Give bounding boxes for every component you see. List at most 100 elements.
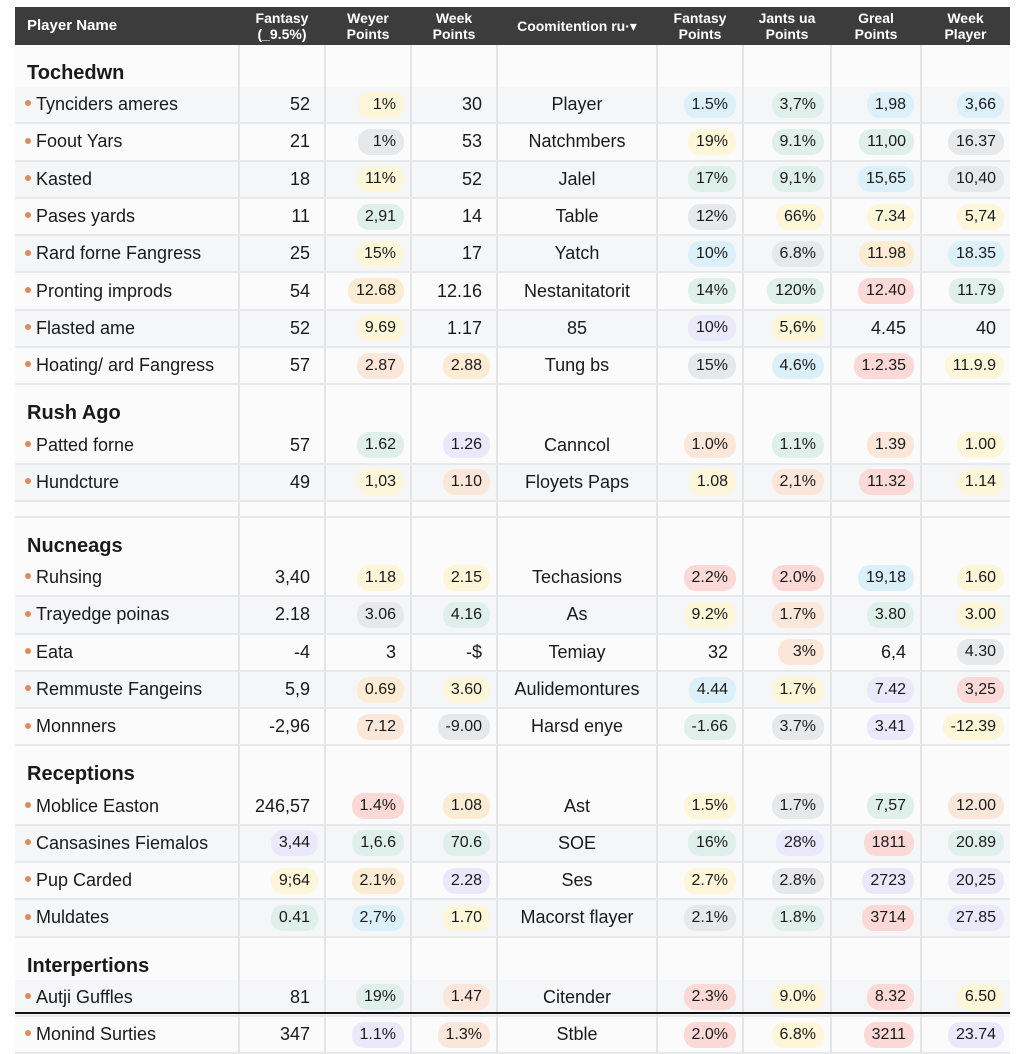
bullet-icon bbox=[25, 573, 31, 580]
player-name[interactable]: Flasted ame bbox=[36, 318, 135, 338]
player-name[interactable]: Monind Surties bbox=[36, 1024, 156, 1044]
player-name[interactable]: Foout Yars bbox=[36, 131, 122, 151]
cell-fantasy-points: 4.44 bbox=[657, 670, 744, 710]
table-row[interactable]: Monnners -2,96 7.12 -9.00 Harsd enye -1.66 3.7… bbox=[15, 708, 1010, 747]
column-header-week-player[interactable]: Week Player bbox=[921, 7, 1010, 45]
player-name[interactable]: Hoating/ ard Fangress bbox=[36, 355, 214, 375]
value-text: -4 bbox=[293, 641, 310, 662]
player-name-cell: Monind Surties bbox=[15, 1015, 240, 1054]
cell-week-points: 1.26 bbox=[411, 427, 498, 465]
cell-fantasy-points: 14% bbox=[657, 272, 744, 311]
player-name[interactable]: Autji Guffles bbox=[36, 987, 133, 1007]
player-name[interactable]: Ruhsing bbox=[36, 567, 102, 587]
cell-week-player: 1.00 bbox=[921, 427, 1010, 465]
empty-cell bbox=[325, 45, 412, 87]
table-row[interactable]: Ruhsing 3,40 1.18 2.15 Techasions 2.2% 2.0% 19,… bbox=[15, 559, 1010, 598]
table-row[interactable]: Pases yards 11 2,91 14 Table 12% 66% 7.34 5,74 bbox=[15, 197, 1010, 237]
cell-week-player: 12.00 bbox=[921, 788, 1010, 826]
player-name[interactable]: Remmuste Fangeins bbox=[36, 679, 202, 699]
cell-week-points: 30 bbox=[411, 87, 498, 125]
cell-week-player: 6.50 bbox=[921, 979, 1010, 1017]
value-pill: 19% bbox=[355, 984, 404, 1011]
column-header-jants-points[interactable]: Jants ua Points bbox=[743, 7, 831, 45]
cell-weyer-points: 3 bbox=[325, 633, 412, 672]
player-name[interactable]: Muldates bbox=[36, 907, 109, 927]
column-header-player-name[interactable]: Player Name bbox=[15, 7, 239, 45]
table-row[interactable]: Flasted ame 52 9.69 1.17 85 10% 5,6% 4.45 40 bbox=[15, 309, 1010, 349]
player-name[interactable]: Pases yards bbox=[36, 206, 135, 226]
section-title-cell: Rush Ago bbox=[15, 384, 240, 428]
cell-week-points: 17 bbox=[411, 235, 498, 274]
table-row[interactable]: Monind Surties 347 1.1% 1.3% Stble 2.0% 6.8% 32… bbox=[15, 1015, 1010, 1054]
player-name[interactable]: Tynciders ameres bbox=[36, 94, 178, 114]
value-pill: 12.40 bbox=[857, 278, 914, 305]
cell-jants-points: 5,6% bbox=[743, 309, 832, 349]
player-name[interactable]: Trayedge poinas bbox=[36, 604, 169, 624]
bullet-icon bbox=[25, 610, 31, 617]
cell-competition: Jalel bbox=[497, 160, 658, 199]
table-row[interactable]: Pronting improds 54 12.68 12.16 Nestanitator… bbox=[15, 272, 1010, 311]
competition-value: Citender bbox=[542, 986, 612, 1007]
column-header-weyer-points[interactable]: Weyer Points bbox=[325, 7, 411, 45]
player-name[interactable]: Cansasines Fiemalos bbox=[36, 833, 208, 853]
player-name[interactable]: Moblice Easton bbox=[36, 796, 159, 816]
table-row[interactable]: Patted forne 57 1.62 1.26 Canncol 1.0% 1.1% 1.3… bbox=[15, 427, 1010, 465]
table-row[interactable]: Remmuste Fangeins 5,9 0.69 3.60 Aulidemontur… bbox=[15, 670, 1010, 710]
player-name[interactable]: Hundcture bbox=[36, 472, 119, 492]
value-pill: 2.7% bbox=[683, 867, 736, 894]
table-row[interactable]: Kasted 18 11% 52 Jalel 17% 9,1% 15,65 10,40 bbox=[15, 160, 1010, 199]
table-row[interactable]: Moblice Easton 246,57 1.4% 1.08 Ast 1.5% 1.7% 7… bbox=[15, 788, 1010, 826]
table-row[interactable]: Autji Guffles 81 19% 1.47 Citender 2.3% 9.0% 8.… bbox=[15, 979, 1010, 1017]
column-header-competition[interactable]: Coomitention ru·▾ bbox=[497, 7, 657, 45]
player-name[interactable]: Patted forne bbox=[36, 435, 134, 455]
player-name[interactable]: Pronting improds bbox=[36, 281, 172, 301]
value-pill: 10,40 bbox=[947, 166, 1004, 193]
table-row[interactable]: Tynciders ameres 52 1% 30 Player 1.5% 3,7% 1,98… bbox=[15, 87, 1010, 125]
empty-cell bbox=[497, 936, 658, 980]
cell-week-player: 3.00 bbox=[921, 596, 1010, 635]
cell-fantasy-pct: -4 bbox=[239, 633, 326, 672]
player-name[interactable]: Pup Carded bbox=[36, 870, 132, 890]
value-pill: -1.66 bbox=[683, 713, 736, 740]
table-row[interactable]: Hoating/ ard Fangress 57 2.87 2.88 Tung bs 15… bbox=[15, 347, 1010, 386]
table-row[interactable]: Pup Carded 9;64 2.1% 2.28 Ses 2.7% 2.8% 2723 20,… bbox=[15, 862, 1010, 901]
value-pill: 1.5% bbox=[683, 793, 736, 820]
player-name[interactable]: Rard forne Fangress bbox=[36, 243, 201, 263]
table-row[interactable]: Muldates 0.41 2,7% 1.70 Macorst flayer 2.1% 1.… bbox=[15, 899, 1010, 938]
cell-weyer-points: 2.1% bbox=[325, 862, 412, 901]
value-text: 18 bbox=[289, 168, 310, 189]
table-row[interactable]: Rard forne Fangress 25 15% 17 Yatch 10% 6.8% 11… bbox=[15, 235, 1010, 274]
table-row[interactable]: Foout Yars 21 1% 53 Natchmbers 19% 9.1% 11,00 16… bbox=[15, 123, 1010, 162]
cell-week-player: 11.9.9 bbox=[921, 347, 1010, 386]
value-pill: 0.69 bbox=[356, 676, 404, 703]
value-text: 14 bbox=[461, 206, 482, 227]
table-row[interactable]: Trayedge poinas 2.18 3.06 4.16 As 9.2% 1.7% 3.8… bbox=[15, 596, 1010, 635]
player-name[interactable]: Monnners bbox=[36, 716, 116, 736]
cell-week-player: 3,25 bbox=[921, 670, 1010, 710]
column-header-fantasy-points[interactable]: Fantasy Points bbox=[657, 7, 743, 45]
cell-week-points: 3.60 bbox=[411, 670, 498, 710]
cell-jants-points: 9.0% bbox=[743, 979, 832, 1017]
player-name[interactable]: Eata bbox=[36, 642, 73, 662]
value-pill: 3,7% bbox=[771, 91, 824, 118]
table-row[interactable]: Hundcture 49 1,03 1.10 Floyets Paps 1.08 2,1% 1… bbox=[15, 463, 1010, 502]
cell-jants-points: 3% bbox=[743, 633, 832, 672]
bullet-icon bbox=[25, 249, 31, 256]
table-row[interactable]: Cansasines Fiemalos 3,44 1,6.6 70.6 SOE 16% 28… bbox=[15, 824, 1010, 864]
column-header-fantasy-pct[interactable]: Fantasy (_9.5%) bbox=[239, 7, 325, 45]
value-pill: 3211 bbox=[863, 1021, 914, 1048]
cell-weyer-points: 2.87 bbox=[325, 347, 412, 386]
value-pill: -12.39 bbox=[942, 713, 1004, 740]
value-pill: 1.0% bbox=[683, 432, 736, 459]
table-row[interactable]: Eata -4 3 -$ Temiay 32 3% 6,4 4.30 bbox=[15, 633, 1010, 672]
player-name[interactable]: Kasted bbox=[36, 169, 92, 189]
value-pill: 1.3% bbox=[437, 1021, 490, 1048]
cell-week-points: 1.08 bbox=[411, 788, 498, 826]
column-header-week-points[interactable]: Week Points bbox=[411, 7, 497, 45]
competition-value: Stble bbox=[556, 1024, 598, 1045]
spacer-cell bbox=[743, 500, 832, 518]
competition-value: Nestanitatorit bbox=[523, 280, 631, 301]
value-pill: 16% bbox=[687, 830, 736, 857]
column-header-greal-points[interactable]: Greal Points bbox=[831, 7, 921, 45]
cell-jants-points: 6.8% bbox=[743, 235, 832, 274]
